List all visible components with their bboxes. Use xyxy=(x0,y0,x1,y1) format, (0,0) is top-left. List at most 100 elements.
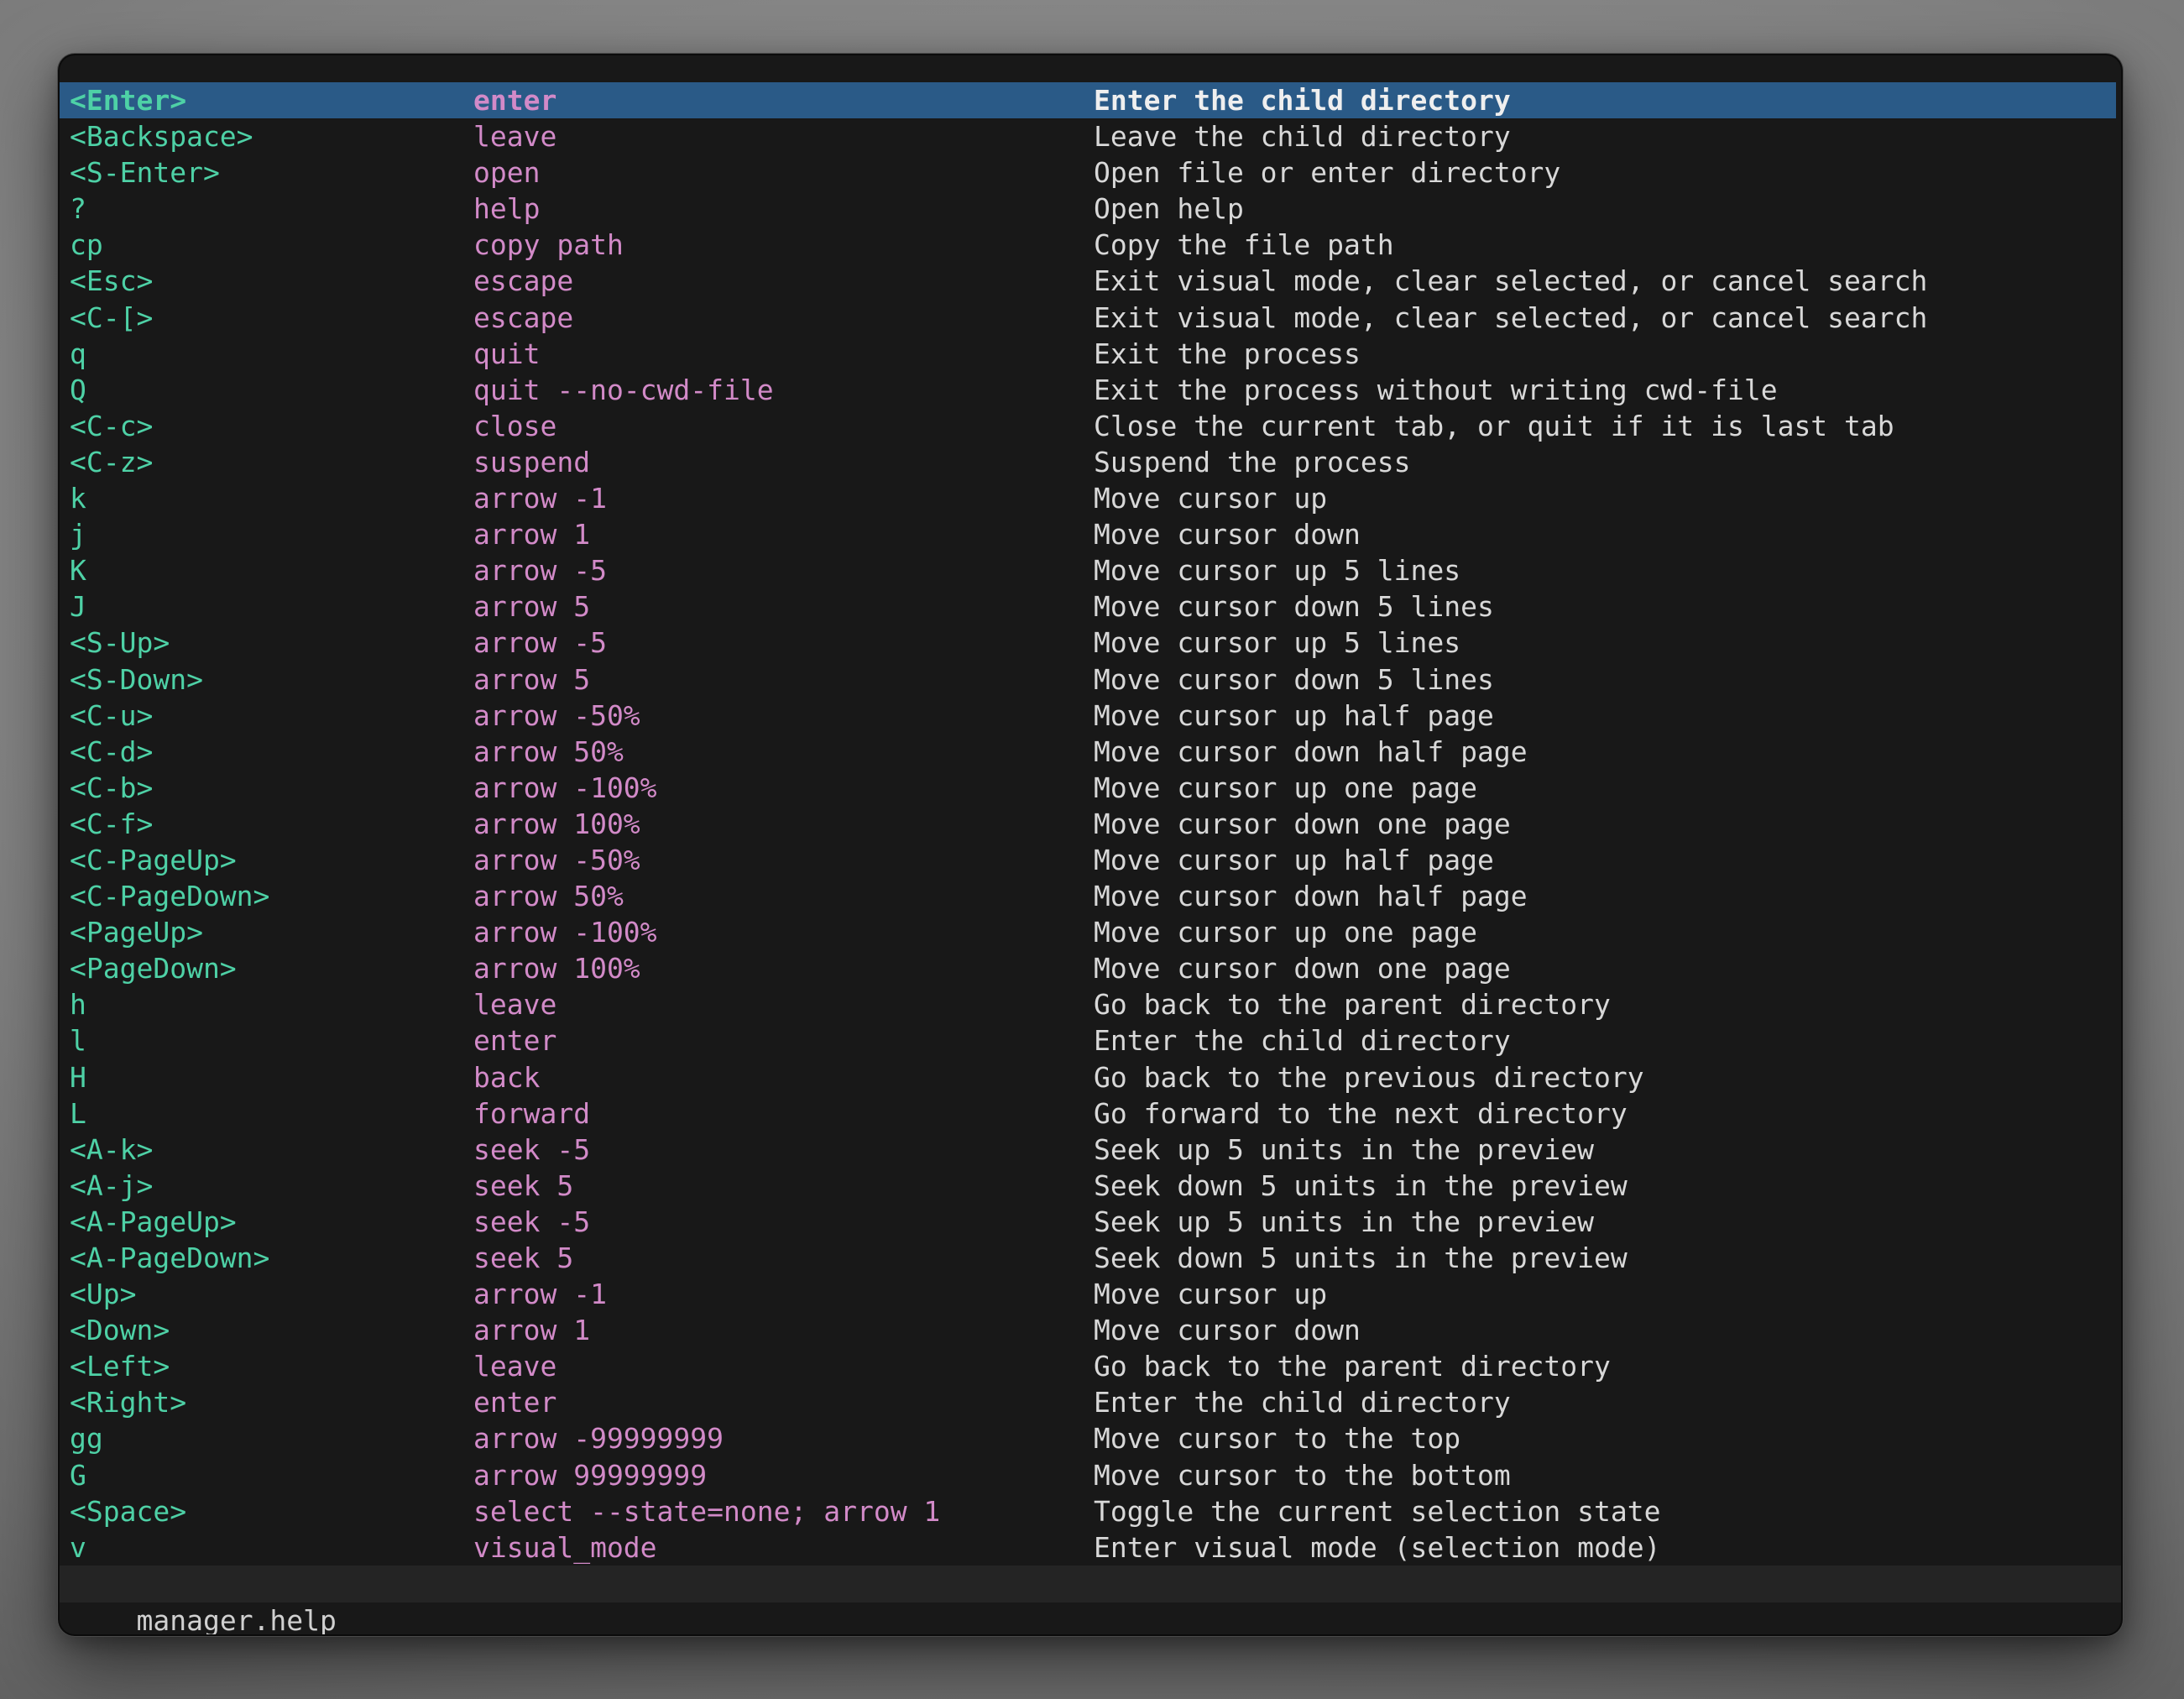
help-row[interactable]: <Space>select --state=none; arrow 1Toggl… xyxy=(60,1493,2116,1529)
help-row[interactable]: Garrow 99999999Move cursor to the bottom xyxy=(60,1457,2116,1493)
key-cell: <A-PageUp> xyxy=(70,1204,473,1240)
desc-cell: Enter the child directory xyxy=(1094,1384,2116,1420)
cmd-cell: back xyxy=(473,1059,1094,1095)
key-cell: <Space> xyxy=(70,1493,473,1529)
help-row[interactable]: <C-c>closeClose the current tab, or quit… xyxy=(60,408,2116,444)
key-cell: <C-b> xyxy=(70,770,473,806)
cmd-cell: seek -5 xyxy=(473,1204,1094,1240)
help-row[interactable]: <A-j>seek 5Seek down 5 units in the prev… xyxy=(60,1168,2116,1204)
help-row[interactable]: HbackGo back to the previous directory xyxy=(60,1059,2116,1095)
desc-cell: Move cursor up one page xyxy=(1094,770,2116,806)
desc-cell: Exit visual mode, clear selected, or can… xyxy=(1094,300,2116,336)
help-row[interactable]: <S-Up>arrow -5Move cursor up 5 lines xyxy=(60,625,2116,661)
cmd-cell: arrow -50% xyxy=(473,698,1094,734)
desc-cell: Move cursor up xyxy=(1094,1276,2116,1312)
desc-cell: Move cursor down one page xyxy=(1094,950,2116,986)
help-row[interactable]: ggarrow -99999999Move cursor to the top xyxy=(60,1420,2116,1456)
help-row[interactable]: <Down>arrow 1Move cursor down xyxy=(60,1312,2116,1348)
desc-cell: Move cursor up 5 lines xyxy=(1094,625,2116,661)
help-row[interactable]: <A-k>seek -5Seek up 5 units in the previ… xyxy=(60,1132,2116,1168)
help-row[interactable]: <S-Enter>openOpen file or enter director… xyxy=(60,154,2116,191)
cmd-cell: arrow 1 xyxy=(473,1312,1094,1348)
cmd-cell: open xyxy=(473,154,1094,191)
help-row[interactable]: <C-d>arrow 50%Move cursor down half page xyxy=(60,734,2116,770)
key-cell: <A-j> xyxy=(70,1168,473,1204)
help-row[interactable]: <Right>enterEnter the child directory xyxy=(60,1384,2116,1420)
help-row[interactable]: Karrow -5Move cursor up 5 lines xyxy=(60,552,2116,588)
help-row[interactable]: <A-PageDown>seek 5Seek down 5 units in t… xyxy=(60,1240,2116,1276)
key-cell: l xyxy=(70,1022,473,1059)
desc-cell: Seek up 5 units in the preview xyxy=(1094,1204,2116,1240)
key-cell: <Up> xyxy=(70,1276,473,1312)
help-row[interactable]: <Up>arrow -1Move cursor up xyxy=(60,1276,2116,1312)
desc-cell: Toggle the current selection state xyxy=(1094,1493,2116,1529)
desc-cell: Suspend the process xyxy=(1094,444,2116,480)
status-layer-label: manager.help xyxy=(136,1604,336,1634)
key-cell: J xyxy=(70,588,473,625)
cmd-cell: arrow 1 xyxy=(473,516,1094,552)
help-row[interactable]: <C-PageUp>arrow -50%Move cursor up half … xyxy=(60,842,2116,878)
help-row[interactable]: Jarrow 5Move cursor down 5 lines xyxy=(60,588,2116,625)
desc-cell: Go forward to the next directory xyxy=(1094,1095,2116,1132)
desc-cell: Move cursor down one page xyxy=(1094,806,2116,842)
key-cell: q xyxy=(70,336,473,372)
help-row[interactable]: <PageUp>arrow -100%Move cursor up one pa… xyxy=(60,914,2116,950)
help-row[interactable]: <C-z>suspendSuspend the process xyxy=(60,444,2116,480)
help-row[interactable]: hleaveGo back to the parent directory xyxy=(60,986,2116,1022)
desc-cell: Enter the child directory xyxy=(1094,1022,2116,1059)
help-row[interactable]: <C-b>arrow -100%Move cursor up one page xyxy=(60,770,2116,806)
key-cell: <A-PageDown> xyxy=(70,1240,473,1276)
desc-cell: Move cursor to the bottom xyxy=(1094,1457,2116,1493)
help-row-selected[interactable]: <Enter>enterEnter the child directory xyxy=(60,82,2116,118)
help-row[interactable]: <Left>leaveGo back to the parent directo… xyxy=(60,1348,2116,1384)
key-cell: <A-k> xyxy=(70,1132,473,1168)
help-row[interactable]: <Backspace>leaveLeave the child director… xyxy=(60,118,2116,154)
key-cell: <PageDown> xyxy=(70,950,473,986)
help-row[interactable]: <C-u>arrow -50%Move cursor up half page xyxy=(60,698,2116,734)
key-cell: K xyxy=(70,552,473,588)
key-cell: <C-u> xyxy=(70,698,473,734)
key-cell: <Left> xyxy=(70,1348,473,1384)
cmd-cell: seek -5 xyxy=(473,1132,1094,1168)
help-row[interactable]: cpcopy pathCopy the file path xyxy=(60,227,2116,263)
help-row[interactable]: vvisual_modeEnter visual mode (selection… xyxy=(60,1529,2116,1566)
cmd-cell: arrow -1 xyxy=(473,480,1094,516)
cmd-cell: arrow 99999999 xyxy=(473,1457,1094,1493)
help-row[interactable]: <C-f>arrow 100%Move cursor down one page xyxy=(60,806,2116,842)
cmd-cell: arrow -5 xyxy=(473,625,1094,661)
help-row[interactable]: <A-PageUp>seek -5Seek up 5 units in the … xyxy=(60,1204,2116,1240)
cmd-cell: arrow 50% xyxy=(473,734,1094,770)
help-row[interactable]: <C-[>escapeExit visual mode, clear selec… xyxy=(60,300,2116,336)
help-row[interactable]: <Esc>escapeExit visual mode, clear selec… xyxy=(60,263,2116,299)
cmd-cell: escape xyxy=(473,263,1094,299)
help-row[interactable]: <C-PageDown>arrow 50%Move cursor down ha… xyxy=(60,878,2116,914)
key-cell: <C-d> xyxy=(70,734,473,770)
cmd-cell: arrow -5 xyxy=(473,552,1094,588)
key-cell: G xyxy=(70,1457,473,1493)
cmd-cell: enter xyxy=(473,1022,1094,1059)
desc-cell: Move cursor down 5 lines xyxy=(1094,661,2116,698)
desc-cell: Open help xyxy=(1094,191,2116,227)
desc-cell: Seek down 5 units in the preview xyxy=(1094,1168,2116,1204)
cmd-cell: leave xyxy=(473,118,1094,154)
desc-cell: Exit visual mode, clear selected, or can… xyxy=(1094,263,2116,299)
help-row[interactable]: ?helpOpen help xyxy=(60,191,2116,227)
cmd-cell: copy path xyxy=(473,227,1094,263)
help-row[interactable]: qquitExit the process xyxy=(60,336,2116,372)
help-row[interactable]: karrow -1Move cursor up xyxy=(60,480,2116,516)
cmd-cell: help xyxy=(473,191,1094,227)
help-row[interactable]: <PageDown>arrow 100%Move cursor down one… xyxy=(60,950,2116,986)
help-row[interactable]: LforwardGo forward to the next directory xyxy=(60,1095,2116,1132)
cmd-cell: suspend xyxy=(473,444,1094,480)
help-row[interactable]: Qquit --no-cwd-fileExit the process with… xyxy=(60,372,2116,408)
help-row[interactable]: <S-Down>arrow 5Move cursor down 5 lines xyxy=(60,661,2116,698)
help-row[interactable]: jarrow 1Move cursor down xyxy=(60,516,2116,552)
help-row[interactable]: lenterEnter the child directory xyxy=(60,1022,2116,1059)
key-cell: <C-PageUp> xyxy=(70,842,473,878)
key-cell: j xyxy=(70,516,473,552)
desc-cell: Close the current tab, or quit if it is … xyxy=(1094,408,2116,444)
desc-cell: Seek up 5 units in the preview xyxy=(1094,1132,2116,1168)
cmd-cell: arrow 5 xyxy=(473,588,1094,625)
desc-cell: Leave the child directory xyxy=(1094,118,2116,154)
help-keybinding-list: <Enter>enterEnter the child directory<Ba… xyxy=(60,82,2121,1566)
